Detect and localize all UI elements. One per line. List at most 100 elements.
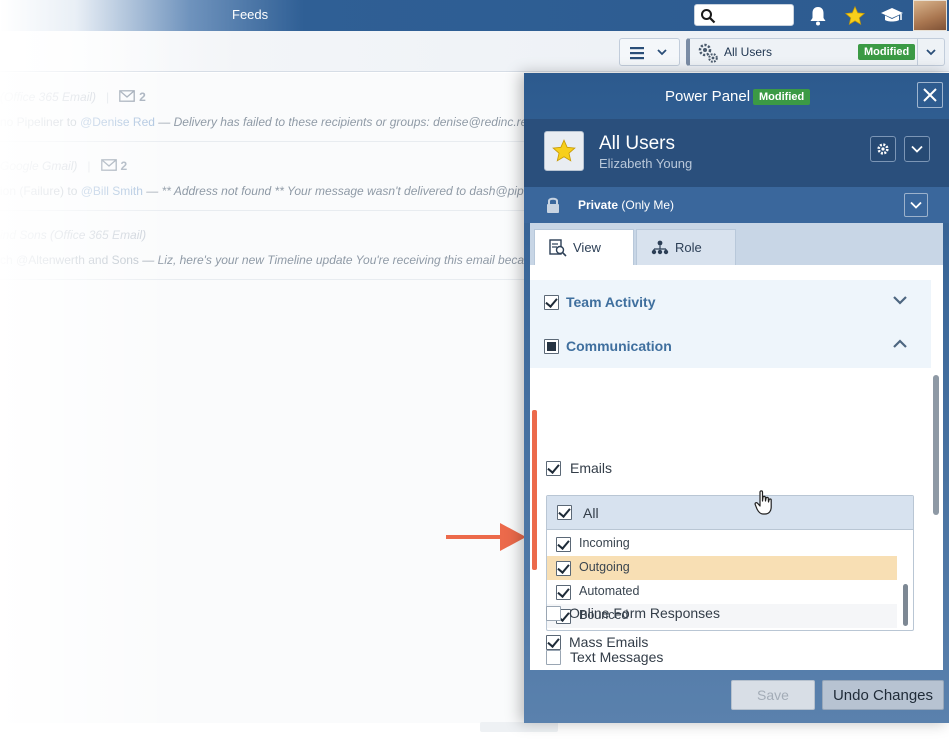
incoming-checkbox[interactable] (556, 537, 571, 552)
panel-user-section: All Users Elizabeth Young (524, 119, 949, 187)
org-chart-icon (651, 240, 669, 254)
bell-icon[interactable] (806, 4, 830, 28)
automated-checkbox[interactable] (556, 585, 571, 600)
page-title: Feeds (232, 7, 269, 22)
feed-text: — Delivery has failed to these recipient… (154, 115, 528, 129)
close-icon (923, 88, 937, 102)
chevron-down-icon (926, 49, 936, 56)
email-type-incoming[interactable]: Incoming (547, 532, 897, 556)
feed-row[interactable]: (Office 365 Email) | 2 no Pipeliner to @De… (0, 73, 528, 142)
feed-mention[interactable]: @Bill Smith (81, 184, 143, 198)
close-button[interactable] (917, 82, 943, 108)
panel-footer: Save Undo Changes (524, 670, 949, 723)
feed-text: — Liz, here's your new Timeline update Y… (138, 253, 531, 267)
all-checkbox[interactable] (557, 505, 572, 520)
text-messages-label: Text Messages (570, 649, 664, 665)
emails-label: Emails (570, 460, 613, 476)
mass-emails-checkbox[interactable] (546, 635, 561, 650)
graduation-cap-icon[interactable] (880, 4, 904, 28)
horizontal-scrollbar[interactable] (480, 722, 558, 732)
all-label: All (583, 505, 599, 521)
text-messages-checkbox[interactable] (546, 650, 561, 665)
email-type-all[interactable]: All (547, 496, 913, 530)
feed-row[interactable]: Google Gmail) | 2 ion (Failure) to @Bill S… (0, 142, 524, 211)
feed-actor: ch @Altenwerth and Sons (0, 253, 139, 267)
chevron-up-icon[interactable] (892, 338, 908, 350)
gear-icon (877, 143, 889, 155)
section-team-activity[interactable]: Team Activity (530, 280, 931, 324)
tab-role-label: Role (675, 240, 702, 255)
tab-view-label: View (573, 240, 601, 255)
panel-modified-badge: Modified (753, 89, 811, 105)
view-name: All Users (724, 45, 773, 59)
feed-source: Google Gmail) (0, 159, 78, 173)
gears-icon (698, 43, 718, 63)
feed-actor: no Pipeliner to (0, 115, 77, 129)
email-count: 2 (120, 159, 128, 173)
envelope-icon (100, 159, 117, 171)
email-type-automated[interactable]: Automated (547, 580, 897, 604)
view-dropdown-toggle[interactable] (917, 39, 944, 65)
section-label: Communication (566, 338, 672, 354)
list-view-button[interactable] (619, 38, 680, 66)
feed-actor: ion (Failure) to (0, 184, 78, 198)
chevron-down-icon[interactable] (892, 294, 908, 306)
automated-label: Automated (579, 584, 640, 598)
section-communication[interactable]: Communication (530, 324, 931, 368)
view-filter-icon (549, 238, 567, 257)
save-button[interactable]: Save (731, 680, 815, 710)
panel-header: Power Panel Modified (524, 73, 949, 119)
privacy-scope: (Only Me) (618, 198, 675, 212)
outgoing-checkbox[interactable] (556, 561, 571, 576)
feed-list: (Office 365 Email) | 2 no Pipeliner to @De… (0, 73, 531, 723)
avatar[interactable] (913, 0, 947, 31)
settings-button[interactable] (870, 136, 896, 162)
view-selector[interactable]: All Users Modified (686, 38, 945, 66)
search-input[interactable] (694, 4, 794, 26)
incoming-label: Incoming (579, 536, 630, 550)
feed-source: (Office 365 Email) (0, 90, 97, 104)
online-form-label: Online Form Responses (569, 605, 720, 621)
email-count: 2 (139, 90, 146, 104)
undo-changes-button[interactable]: Undo Changes (822, 680, 944, 710)
feed-row[interactable]: ind Sons (Office 365 Email) ch @Altenwer… (0, 211, 531, 280)
online-form-checkbox[interactable] (546, 606, 561, 621)
email-types-scrollbar[interactable] (903, 584, 908, 626)
star-icon[interactable] (843, 4, 867, 28)
annotation-arrow-icon (446, 523, 526, 551)
search-icon (701, 9, 716, 24)
emails-checkbox[interactable] (546, 461, 561, 476)
tab-view[interactable]: View (534, 229, 634, 265)
chevron-down-icon (910, 201, 922, 209)
chevron-down-icon (911, 145, 923, 153)
annotation-bar (532, 410, 537, 570)
panel-tabs: View Role (530, 223, 943, 265)
panel-menu-button[interactable] (904, 136, 930, 162)
modified-badge: Modified (858, 44, 916, 60)
power-panel: Power Panel Modified All Users Elizabeth… (524, 73, 949, 723)
view-title: All Users (599, 133, 676, 154)
feed-mention[interactable]: @Denise Red (80, 115, 155, 129)
secondary-toolbar: All Users Modified (0, 31, 949, 72)
section-label: Team Activity (566, 294, 656, 310)
list-icon (630, 47, 644, 60)
privacy-level: Private (578, 198, 619, 212)
mass-emails-label: Mass Emails (569, 634, 649, 650)
outgoing-label: Outgoing (579, 560, 630, 574)
feed-source: ind Sons (Office 365 Email) (0, 228, 147, 242)
email-type-outgoing[interactable]: Outgoing (547, 556, 897, 580)
top-bar: Feeds (0, 0, 949, 31)
communication-checkbox[interactable] (544, 339, 559, 354)
star-icon (552, 139, 576, 162)
feed-text: — ** Address not found ** Your message w… (142, 184, 524, 198)
privacy-row[interactable]: Private (Only Me) (524, 187, 949, 223)
favorite-button[interactable] (544, 131, 584, 171)
envelope-icon (119, 90, 136, 102)
team-activity-checkbox[interactable] (544, 295, 559, 310)
tab-role[interactable]: Role (636, 229, 736, 265)
lock-icon (547, 197, 559, 213)
privacy-dropdown-toggle[interactable] (904, 193, 928, 217)
owner-name: Elizabeth Young (599, 156, 693, 171)
chevron-down-icon (657, 49, 667, 56)
panel-scrollbar[interactable] (933, 375, 939, 515)
